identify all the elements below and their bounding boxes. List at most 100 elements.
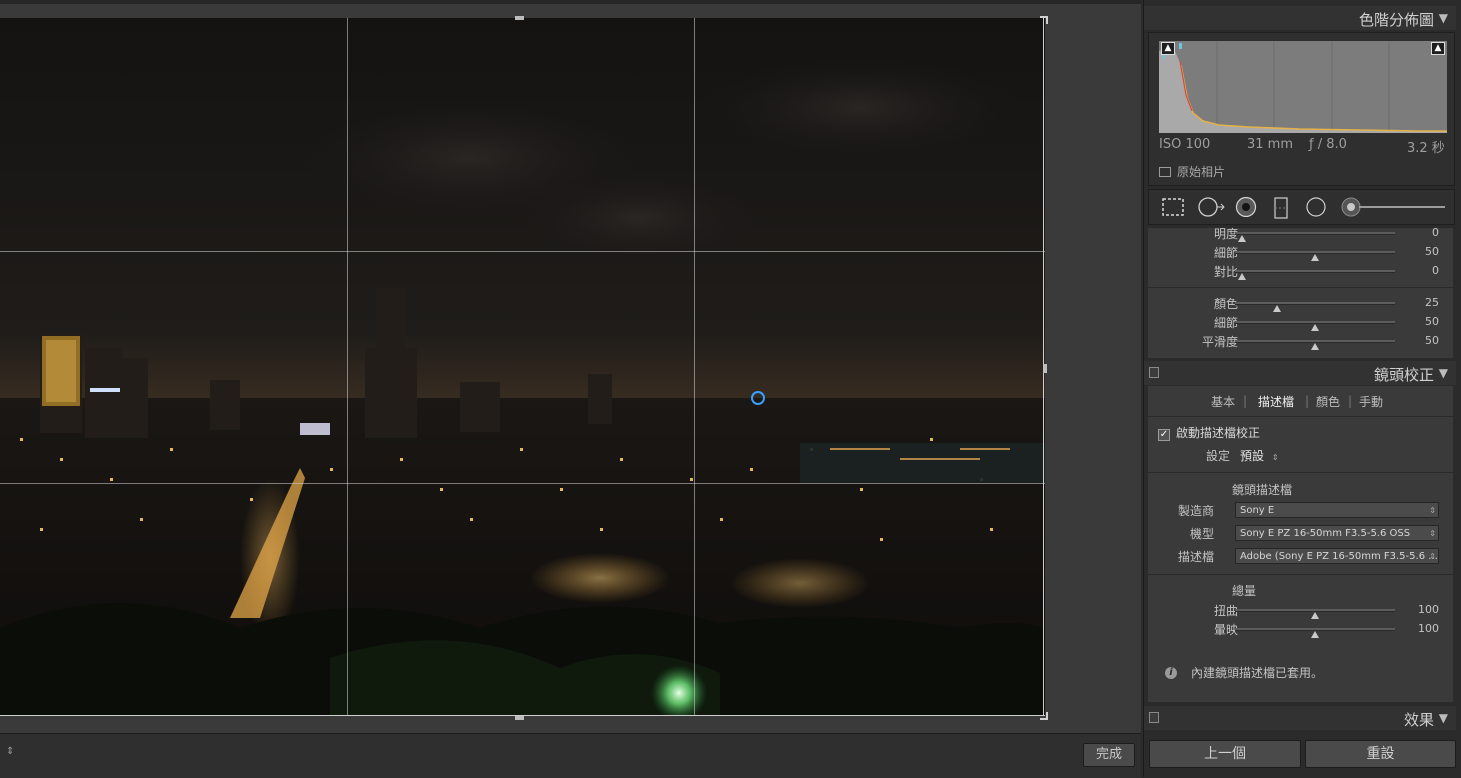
- panel-switch-icon[interactable]: [1149, 712, 1159, 723]
- grid-line-v1: [347, 18, 348, 716]
- crop-corner-top-right[interactable]: [1040, 16, 1048, 24]
- aperture-value: ƒ / 8.0: [1309, 137, 1347, 152]
- done-button[interactable]: 完成: [1083, 743, 1135, 767]
- canvas-top-bar: [0, 0, 1141, 4]
- dropdown-arrow-icon: ⇕: [1271, 453, 1279, 462]
- red-eye-icon[interactable]: [1235, 196, 1257, 221]
- slider-knob[interactable]: [1311, 612, 1319, 619]
- slider-track[interactable]: [1235, 628, 1395, 638]
- slider-track[interactable]: [1235, 232, 1395, 242]
- divider: [1148, 574, 1453, 575]
- highlight-clipping-icon[interactable]: ▲: [1431, 42, 1445, 55]
- toolbar-menu-icon[interactable]: ⇕: [6, 746, 14, 757]
- crop-corner-bottom-right[interactable]: [1040, 712, 1048, 720]
- slider-value[interactable]: 100: [1418, 622, 1439, 635]
- setup-value: 預設: [1240, 449, 1265, 463]
- slider-value[interactable]: 50: [1425, 315, 1439, 328]
- stepper-icon: ⇕: [1429, 506, 1436, 515]
- divider: [1148, 472, 1453, 473]
- slider-row-smoothness: 平滑度 50: [1148, 332, 1453, 350]
- slider-knob[interactable]: [1311, 254, 1319, 261]
- slider-row-distortion: 扭曲 100: [1148, 601, 1453, 619]
- grid-line-h2: [0, 483, 1045, 484]
- crop-handle-bottom[interactable]: [515, 716, 524, 720]
- photo-night-cityscape[interactable]: [0, 18, 1045, 716]
- spot-removal-icon[interactable]: [1197, 197, 1225, 221]
- tab-manual[interactable]: 手動: [1359, 393, 1383, 410]
- slider-label: 平滑度: [1201, 335, 1238, 349]
- slider-value[interactable]: 100: [1418, 603, 1439, 616]
- slider-row-detail: 細節 50: [1148, 243, 1453, 261]
- tab-separator: |: [1305, 394, 1310, 408]
- reset-button[interactable]: 重設: [1305, 740, 1456, 768]
- lens-correction-header[interactable]: 鏡頭校正 ▼: [1144, 361, 1456, 385]
- histogram-panel: ▲ ▲ ISO 100 31 mm ƒ / 8.0 3.2 秒 原始相片: [1148, 32, 1455, 186]
- collapse-triangle-icon[interactable]: ▼: [1439, 711, 1448, 725]
- graduated-filter-icon[interactable]: [1272, 197, 1290, 223]
- slider-row-color-detail: 細節 50: [1148, 313, 1453, 331]
- previous-button[interactable]: 上一個: [1149, 740, 1301, 768]
- divider: [1148, 287, 1453, 288]
- slider-knob[interactable]: [1311, 343, 1319, 350]
- detail-sliders-panel: 明度 0 細節 50 對比 0 顏色 25 細節 50 平滑度 50: [1148, 226, 1453, 358]
- develop-right-panel: 色階分佈圖 ▼ ▲ ▲ ISO 100 31 mm ƒ / 8.0 3.2 秒 …: [1143, 0, 1461, 777]
- checkmark-icon[interactable]: ✓: [1158, 429, 1170, 441]
- radial-filter-icon[interactable]: [1305, 197, 1327, 221]
- collapse-triangle-icon[interactable]: ▼: [1439, 11, 1448, 25]
- slider-value[interactable]: 50: [1425, 245, 1439, 258]
- iso-value: ISO 100: [1159, 137, 1211, 152]
- crop-handle-top[interactable]: [515, 16, 524, 20]
- setup-dropdown[interactable]: 預設 ⇕: [1240, 447, 1279, 464]
- histogram-graph[interactable]: ▲ ▲: [1159, 41, 1447, 133]
- panel-switch-icon[interactable]: [1149, 367, 1159, 378]
- shadow-clipping-icon[interactable]: ▲: [1161, 42, 1175, 55]
- tab-basic[interactable]: 基本: [1211, 393, 1235, 410]
- slider-row-color: 顏色 25: [1148, 294, 1453, 312]
- effects-header[interactable]: 效果 ▼: [1144, 706, 1456, 730]
- slider-value[interactable]: 25: [1425, 296, 1439, 309]
- tab-separator: |: [1243, 394, 1248, 408]
- model-select[interactable]: Sony E PZ 16-50mm F3.5-5.6 OSS ⇕: [1235, 525, 1439, 541]
- make-select[interactable]: Sony E ⇕: [1235, 502, 1439, 518]
- slider-track[interactable]: [1235, 340, 1395, 350]
- slider-track[interactable]: [1235, 321, 1395, 331]
- slider-knob[interactable]: [1311, 324, 1319, 331]
- slider-track[interactable]: [1235, 302, 1395, 312]
- slider-knob[interactable]: [1238, 273, 1247, 280]
- enable-profile-label: 啟動描述檔校正: [1176, 426, 1261, 440]
- slider-knob[interactable]: [1238, 235, 1247, 242]
- histogram-header[interactable]: 色階分佈圖 ▼: [1144, 6, 1456, 30]
- stepper-icon: ⇕: [1429, 529, 1436, 538]
- crop-handle-right[interactable]: [1043, 364, 1047, 373]
- slider-value[interactable]: 0: [1432, 226, 1439, 239]
- slider-knob[interactable]: [1311, 631, 1319, 638]
- adjustment-brush-icon[interactable]: [1341, 197, 1449, 221]
- original-photo-toggle[interactable]: 原始相片: [1159, 163, 1225, 180]
- slider-track[interactable]: [1235, 270, 1395, 280]
- grid-line-h1: [0, 251, 1045, 252]
- grid-line-v2: [694, 18, 695, 716]
- slider-value[interactable]: 50: [1425, 334, 1439, 347]
- info-text: 內建鏡頭描述檔已套用。: [1191, 666, 1324, 680]
- profile-select[interactable]: Adobe (Sony E PZ 16-50mm F3.5-5.6 ... ⇕: [1235, 548, 1439, 564]
- tab-separator: |: [1348, 394, 1353, 408]
- tab-color[interactable]: 顏色: [1316, 393, 1340, 410]
- slider-track[interactable]: [1235, 251, 1395, 261]
- slider-value[interactable]: 0: [1432, 264, 1439, 277]
- crop-overlay-icon[interactable]: [1161, 197, 1185, 221]
- model-value: Sony E PZ 16-50mm F3.5-5.6 OSS: [1240, 528, 1411, 539]
- original-photo-checkbox[interactable]: [1159, 167, 1171, 177]
- lens-correction-title: 鏡頭校正: [1373, 366, 1434, 384]
- tab-profile[interactable]: 描述檔: [1258, 393, 1294, 410]
- slider-row-luminance: 明度 0: [1148, 224, 1453, 242]
- collapse-triangle-icon[interactable]: ▼: [1439, 366, 1448, 380]
- profile-label: 描述檔: [1178, 550, 1215, 564]
- enable-profile-row[interactable]: ✓ 啟動描述檔校正: [1158, 424, 1260, 441]
- original-photo-label: 原始相片: [1177, 165, 1226, 179]
- focal-length-value: 31 mm: [1247, 137, 1294, 152]
- lens-profile-section-label: 鏡頭描述檔: [1232, 483, 1293, 497]
- slider-knob[interactable]: [1273, 305, 1281, 312]
- slider-track[interactable]: [1235, 609, 1395, 619]
- lens-correction-panel: 基本 | 描述檔 | 顏色 | 手動 ✓ 啟動描述檔校正 設定 預設 ⇕ 鏡頭描述…: [1148, 386, 1453, 702]
- setup-label: 設定: [1206, 449, 1231, 463]
